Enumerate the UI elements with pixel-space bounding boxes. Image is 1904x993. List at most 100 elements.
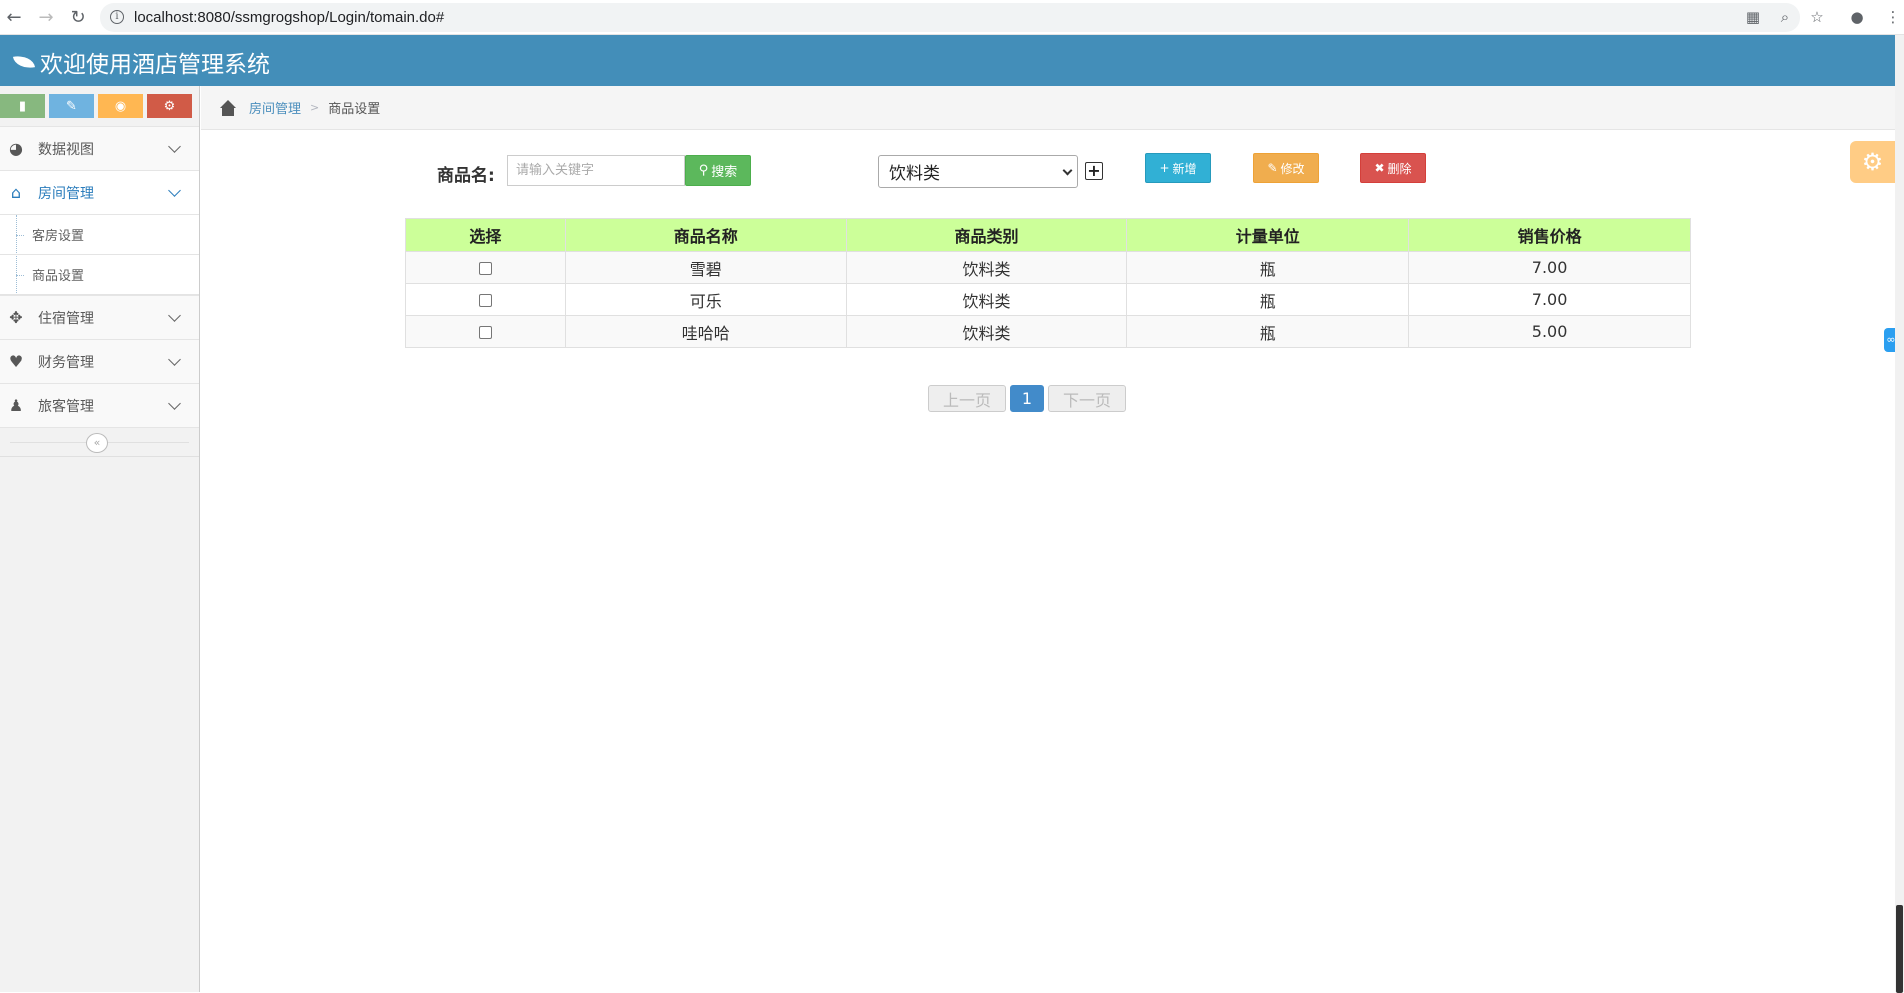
signal-shortcut-button[interactable]: ▮ [0,94,45,118]
select-cell [405,315,566,348]
app-title[interactable]: 欢迎使用酒店管理系统 [12,45,270,79]
url-text[interactable]: localhost:8080/ssmgrogshop/Login/tomain.… [134,9,444,26]
breadcrumb-parent-link[interactable]: 房间管理 [249,98,301,117]
new-button[interactable]: + 新增 [1145,153,1211,183]
breadcrumb-separator-icon: > [310,101,320,114]
goods-category-cell: 饮料类 [845,283,1128,316]
goods-name-cell: 可乐 [564,283,847,316]
table-row[interactable]: 雪碧 饮料类 瓶 7.00 [405,251,1691,284]
goods-unit-cell: 瓶 [1126,283,1410,316]
delete-button-label: 删除 [1387,161,1412,176]
edit-button-label: 修改 [1280,161,1305,176]
reload-icon[interactable]: ↻ [66,5,90,29]
goods-price-cell: 5.00 [1408,315,1691,348]
sidebar-item-room-management[interactable]: ⌂ 房间管理 [0,170,199,214]
select-cell [405,251,566,284]
pagination: 上一页 1 下一页 [928,385,1126,412]
table-row[interactable]: 可乐 饮料类 瓶 7.00 [405,283,1691,316]
sidebar-item-label: 住宿管理 [38,310,94,327]
page-1-button[interactable]: 1 [1010,385,1044,412]
table-header-row: 选择 商品名称 商品类别 计量单位 销售价格 [405,218,1691,252]
goods-unit-cell: 瓶 [1126,315,1410,348]
room-management-submenu: 客房设置 商品设置 [0,214,199,295]
next-page-button[interactable]: 下一页 [1048,385,1126,412]
goods-price-cell: 7.00 [1408,283,1691,316]
column-header[interactable]: 商品名称 [564,218,847,252]
column-header[interactable]: 计量单位 [1126,218,1410,252]
goods-category-cell: 饮料类 [845,315,1128,348]
row-checkbox[interactable] [478,326,492,339]
cogs-shortcut-button[interactable]: ⚙ [147,94,192,118]
select-cell [405,283,566,316]
home-icon: ⌂ [10,183,22,202]
sidebar-item-label: 数据视图 [38,141,94,158]
prev-page-button[interactable]: 上一页 [928,385,1006,412]
scrollbar-thumb[interactable] [1896,905,1903,993]
pencil-icon: ✎ [1267,161,1278,175]
goods-unit-cell: 瓶 [1126,251,1410,284]
search-button-label: 搜索 [711,165,738,180]
column-header[interactable]: 商品类别 [845,218,1128,252]
bookmark-star-icon[interactable]: ☆ [1806,6,1828,28]
chevron-down-icon [168,139,181,153]
sidebar-item-label: 财务管理 [38,354,94,371]
forward-icon[interactable]: → [34,5,58,29]
row-checkbox[interactable] [478,294,492,307]
sidebar-item-finance-management[interactable]: ♥ 财务管理 [0,339,199,383]
goods-name-cell: 哇哈哈 [564,315,847,348]
collapse-sidebar-button[interactable]: « [86,433,108,453]
chevron-down-icon [1062,165,1073,176]
leaf-icon [12,53,36,71]
category-selected-value: 饮料类 [889,164,940,184]
back-icon[interactable]: ← [2,5,26,29]
new-button-label: 新增 [1172,161,1197,176]
sidebar-item-guest-management[interactable]: ♟ 旅客管理 [0,383,199,427]
gear-icon: ⚙ [1861,148,1884,176]
column-header: 选择 [405,218,566,252]
browser-menu-icon[interactable]: ⋮ [1882,6,1904,28]
sidebar-item-data-view[interactable]: ◕ 数据视图 [0,126,199,170]
row-checkbox[interactable] [478,262,492,275]
sidebar: ▮ ✎ ◉ ⚙ ◕ 数据视图 ⌂ 房间管理 客房设置 商品设置 ✥ 住宿管理 ♥… [0,86,200,992]
browser-toolbar: ← → ↻ i localhost:8080/ssmgrogshop/Login… [0,0,1904,35]
group-shortcut-button[interactable]: ◉ [98,94,143,118]
category-select[interactable]: 饮料类 [878,155,1078,188]
heart-icon: ♥ [8,352,24,371]
table-row[interactable]: 哇哈哈 饮料类 瓶 5.00 [405,315,1691,348]
edit-button[interactable]: ✎ 修改 [1253,153,1319,183]
page-scrollbar[interactable] [1895,35,1904,993]
app-title-text: 欢迎使用酒店管理系统 [40,52,270,78]
home-icon[interactable] [219,99,237,116]
goods-name-label: 商品名: [437,166,495,186]
sidebar-collapse-bar: « [0,427,199,457]
zoom-icon[interactable]: ⌕ [1774,6,1796,28]
delete-button[interactable]: ✖ 删除 [1360,153,1426,183]
pencil-shortcut-button[interactable]: ✎ [49,94,94,118]
goods-category-cell: 饮料类 [845,251,1128,284]
breadcrumb: 房间管理 > 商品设置 [201,86,1895,130]
sidebar-subitem-goods-settings[interactable]: 商品设置 [0,255,199,295]
profile-icon[interactable]: ● [1846,6,1868,28]
search-input[interactable] [507,155,685,186]
goods-table: 选择 商品名称 商品类别 计量单位 销售价格 雪碧 饮料类 瓶 7.00 可乐 … [405,218,1691,348]
move-icon: ✥ [9,308,23,327]
sidebar-item-lodging-management[interactable]: ✥ 住宿管理 [0,295,199,339]
dashboard-icon: ◕ [9,139,23,158]
address-bar[interactable]: i localhost:8080/ssmgrogshop/Login/tomai… [100,3,1800,32]
settings-gear-button[interactable]: ⚙ [1850,141,1895,183]
close-icon: ✖ [1374,161,1385,175]
sidebar-item-label: 旅客管理 [38,398,94,415]
info-icon[interactable]: i [110,10,124,24]
translate-icon[interactable]: ▦ [1742,6,1764,28]
sidebar-subitem-room-settings[interactable]: 客房设置 [0,215,199,255]
app-header: 欢迎使用酒店管理系统 [0,35,1895,86]
search-button[interactable]: ⚲ 搜索 [685,155,751,186]
breadcrumb-current: 商品设置 [328,102,381,117]
column-header[interactable]: 销售价格 [1408,218,1691,252]
add-category-button[interactable]: + [1085,162,1103,180]
goods-name-cell: 雪碧 [564,251,847,284]
user-icon: ♟ [8,396,24,415]
chevron-down-icon [168,352,181,366]
chevron-down-icon [168,183,181,197]
chevron-down-icon [168,308,181,322]
